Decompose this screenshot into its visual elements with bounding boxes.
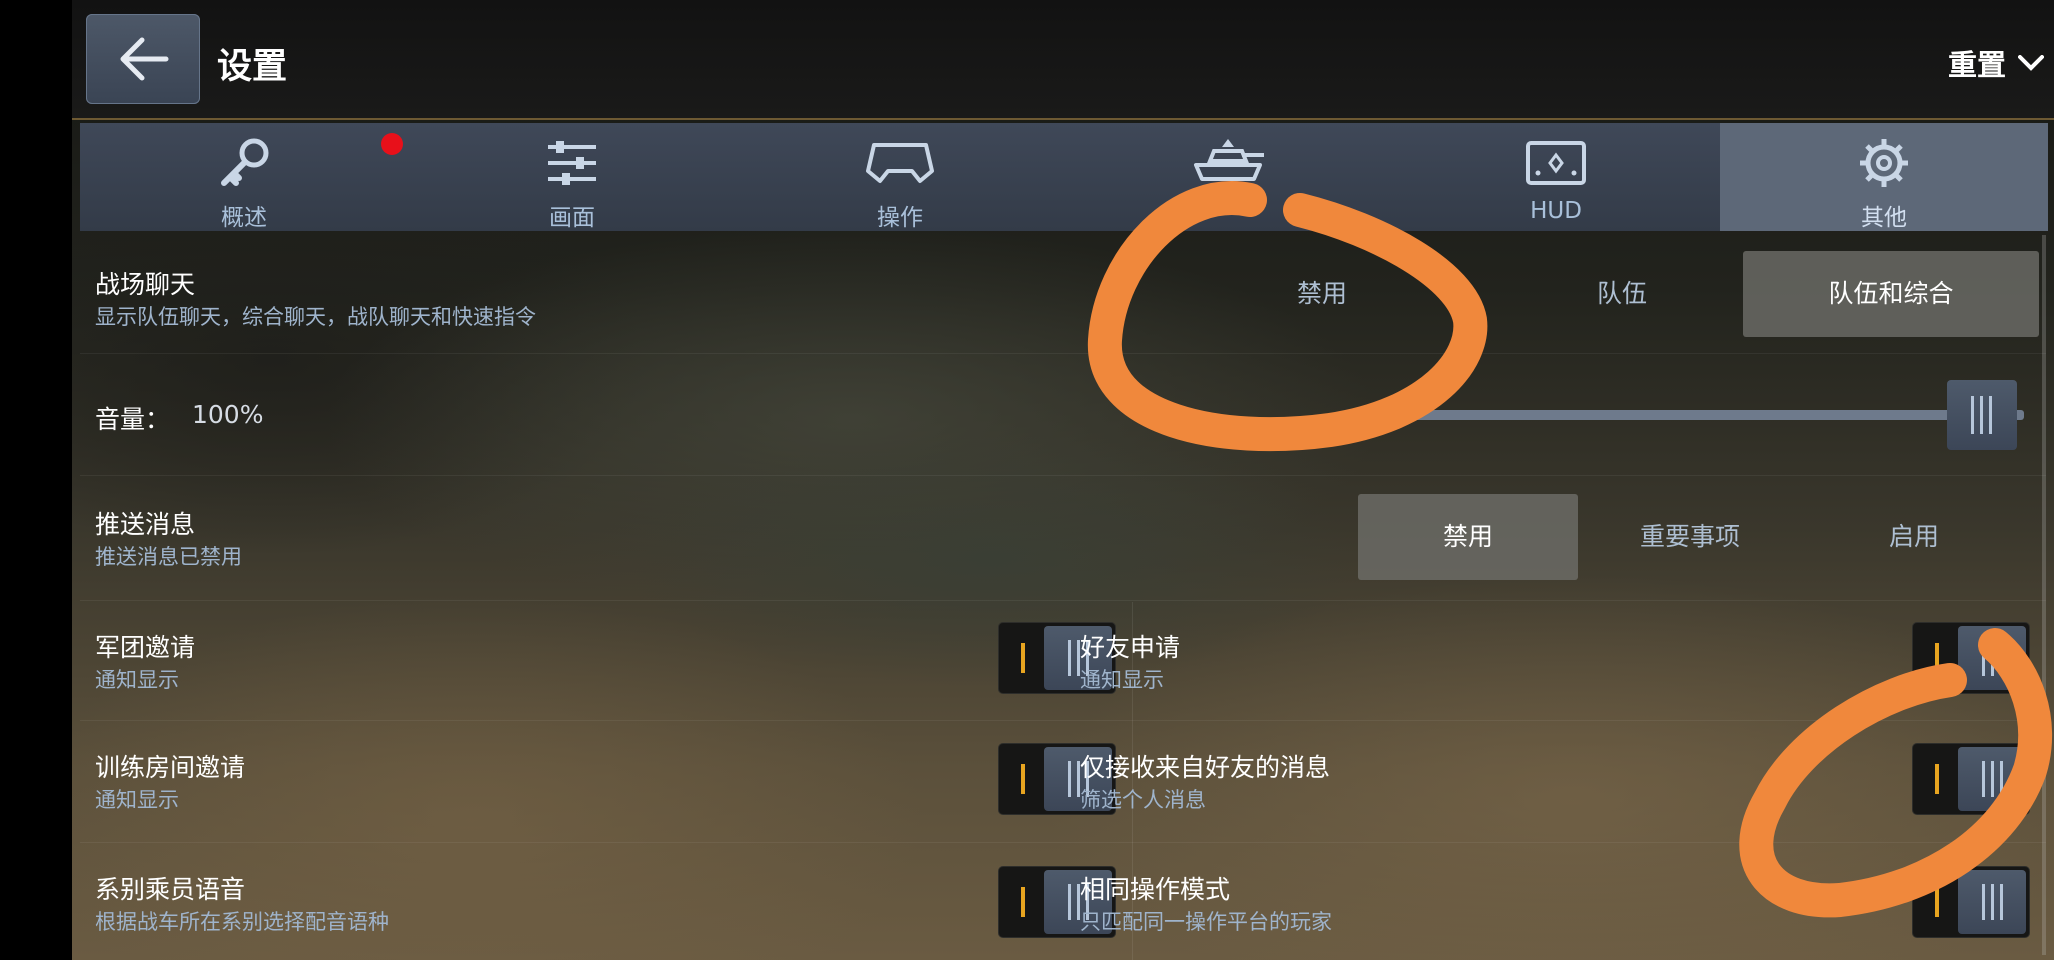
arrow-left-icon — [120, 37, 169, 81]
top-bar: 设置 重置 — [72, 0, 2054, 120]
volume-label: 音量： — [95, 405, 171, 434]
setting-description: 通知显示 — [95, 788, 179, 812]
option-disabled[interactable]: 禁用 — [1212, 251, 1432, 337]
friend-request-toggle[interactable] — [1912, 622, 2030, 694]
setting-label: 推送消息 — [95, 510, 196, 539]
back-button[interactable] — [86, 14, 200, 104]
setting-description: 显示队伍聊天，综合聊天，战队聊天和快速指令 — [95, 305, 536, 329]
tab-overview[interactable]: 概述 — [80, 123, 408, 231]
tab-label: 概述 — [221, 205, 267, 231]
setting-row-push: 推送消息 推送消息已禁用 禁用 重要事项 启用 — [80, 475, 2046, 601]
tab-controls[interactable]: 操作 — [736, 123, 1064, 231]
setting-row: 系别乘员语音 根据战车所在系别选择配音语种 相同操作模式 只匹配同一操作平台的玩… — [80, 842, 2046, 960]
notification-badge — [381, 133, 403, 155]
option-important[interactable]: 重要事项 — [1580, 494, 1800, 580]
tab-label: 其他 — [1861, 205, 1907, 231]
page-title: 设置 — [217, 47, 288, 87]
tab-graphics[interactable]: 画面 — [408, 123, 736, 231]
key-icon — [221, 138, 269, 186]
option-enabled[interactable]: 启用 — [1804, 494, 2024, 580]
setting-label: 战场聊天 — [95, 270, 196, 299]
option-disabled[interactable]: 禁用 — [1358, 494, 1578, 580]
friends-only-toggle[interactable] — [1912, 743, 2030, 815]
tab-label: 操作 — [877, 205, 923, 231]
scrollbar[interactable] — [2042, 235, 2046, 955]
tab-hud[interactable]: HUD — [1392, 123, 1720, 231]
setting-label: 仅接收来自好友的消息 — [1080, 753, 1331, 782]
sliders-icon — [548, 141, 596, 185]
setting-description: 筛选个人消息 — [1080, 788, 1206, 812]
volume-slider-handle[interactable] — [1947, 380, 2017, 450]
reset-label: 重置 — [1947, 48, 2006, 82]
setting-description: 通知显示 — [95, 668, 179, 692]
setting-label: 训练房间邀请 — [95, 753, 246, 782]
volume-value: 100% — [192, 400, 264, 429]
setting-label: 相同操作模式 — [1080, 875, 1231, 904]
tab-label: HUD — [1530, 198, 1582, 224]
setting-label: 好友申请 — [1080, 633, 1181, 662]
option-team-and-general[interactable]: 队伍和综合 — [1743, 251, 2039, 337]
chevron-down-icon — [2018, 55, 2044, 71]
tab-vehicle[interactable] — [1064, 123, 1392, 231]
setting-row: 训练房间邀请 通知显示 仅接收来自好友的消息 筛选个人消息 — [80, 720, 2046, 843]
tab-bar: 概述 画面 操作 HUD 其他 — [80, 123, 2048, 231]
same-control-toggle[interactable] — [1912, 866, 2030, 938]
setting-label: 军团邀请 — [95, 633, 196, 662]
setting-description: 推送消息已禁用 — [95, 545, 242, 569]
settings-screen: 设置 重置 概述 画面 操作 HUD 其他 战场聊天 显示队伍聊天，综合聊天，战… — [72, 0, 2054, 960]
hud-icon — [1526, 141, 1586, 185]
tank-icon — [1194, 139, 1264, 181]
gamepad-icon — [866, 143, 934, 183]
reset-dropdown[interactable]: 重置 — [1948, 42, 2044, 84]
volume-slider-track[interactable] — [1414, 410, 2024, 420]
setting-description: 通知显示 — [1080, 668, 1164, 692]
setting-row-battle-chat: 战场聊天 显示队伍聊天，综合聊天，战队聊天和快速指令 禁用 队伍 队伍和综合 — [80, 235, 2046, 354]
setting-description: 根据战车所在系别选择配音语种 — [95, 910, 389, 934]
setting-description: 只匹配同一操作平台的玩家 — [1080, 910, 1332, 934]
gear-icon — [1860, 139, 1908, 187]
setting-label: 系别乘员语音 — [95, 875, 246, 904]
option-team[interactable]: 队伍 — [1512, 251, 1732, 337]
tab-other[interactable]: 其他 — [1720, 123, 2048, 231]
tab-label: 画面 — [549, 205, 595, 231]
setting-row: 军团邀请 通知显示 好友申请 通知显示 — [80, 600, 2046, 721]
